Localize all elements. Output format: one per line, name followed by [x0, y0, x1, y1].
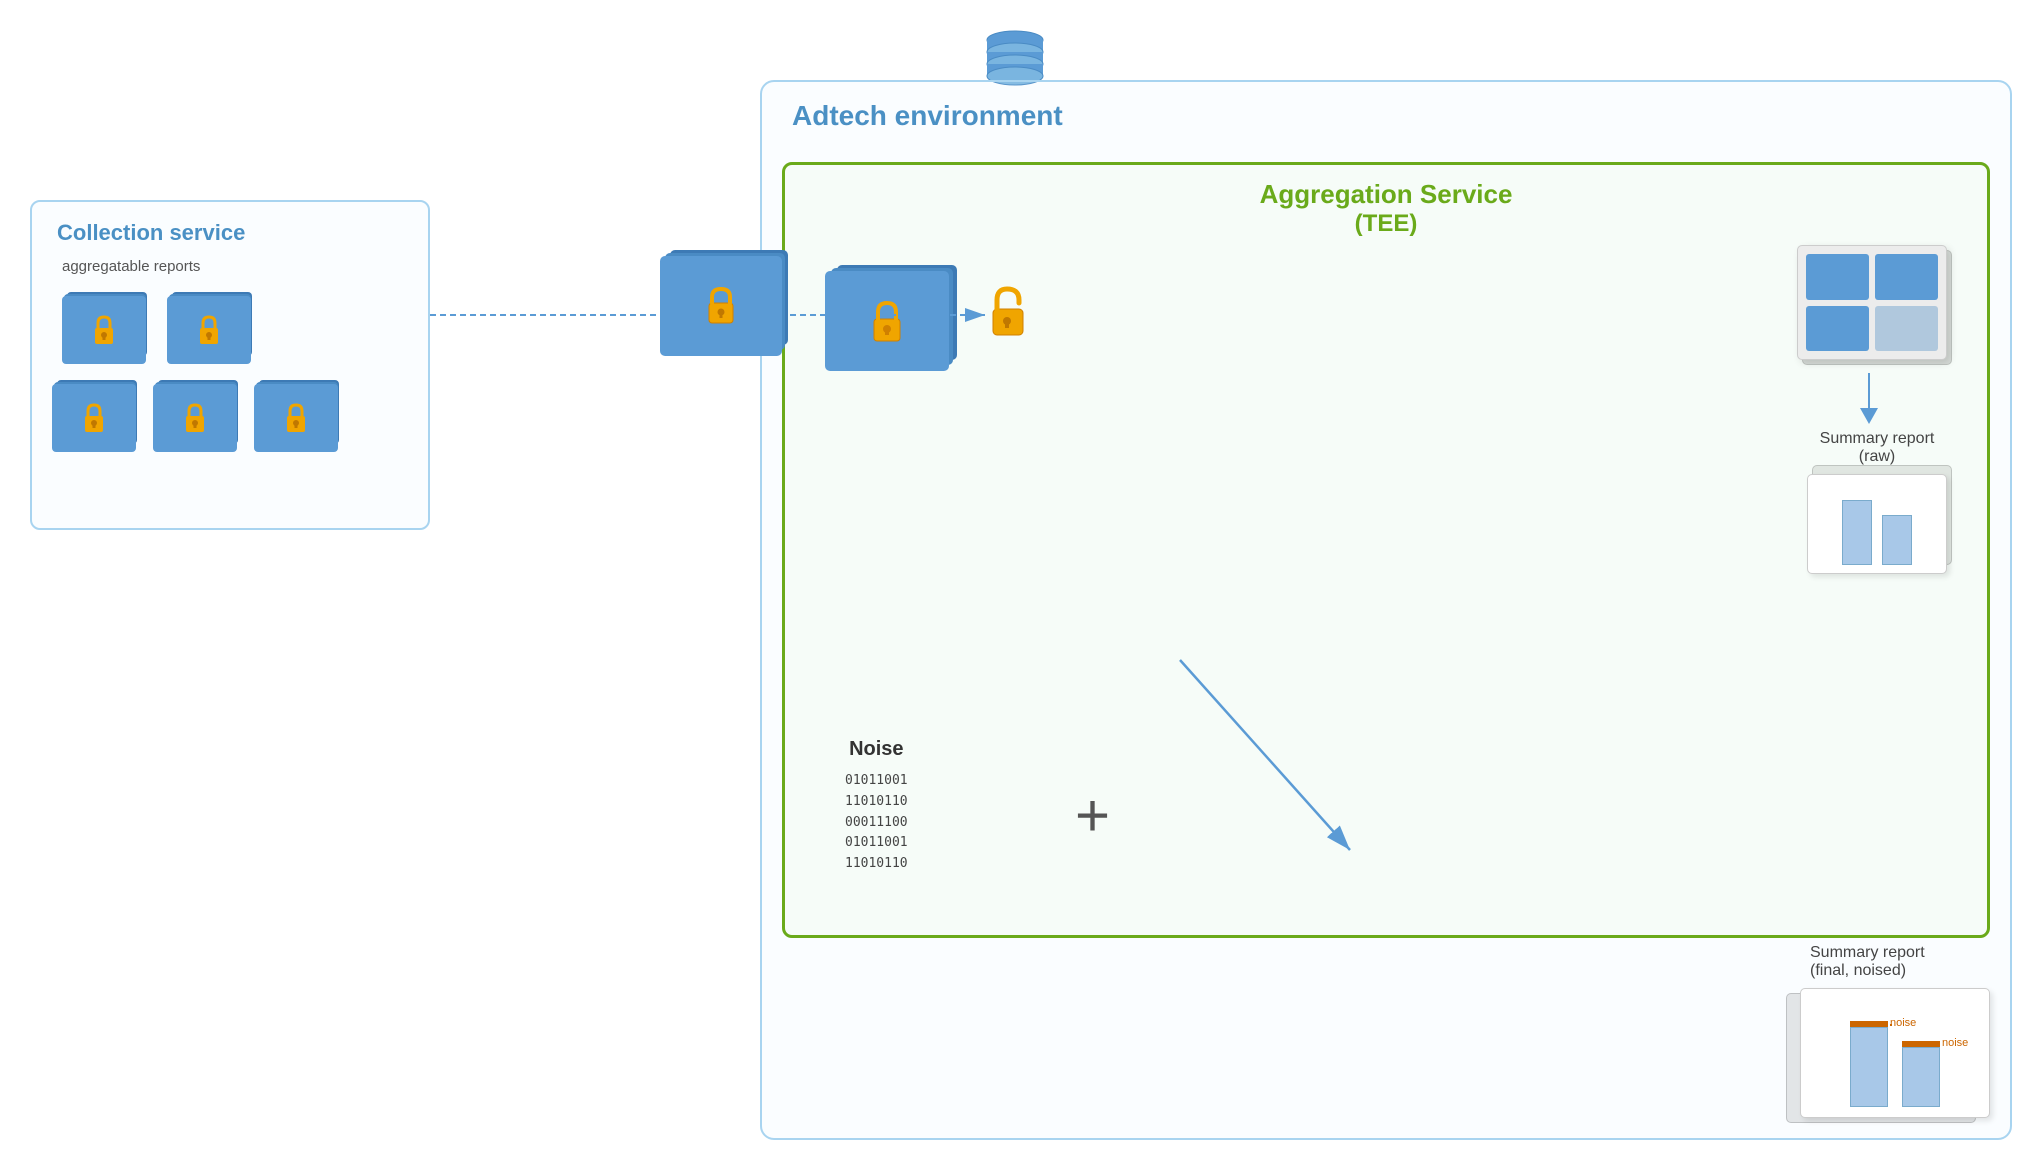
collection-report-5	[254, 380, 339, 450]
decoded-report-card	[1797, 245, 1947, 360]
diagonal-arrow-to-final	[1100, 650, 1500, 910]
noise-bar-2: noise	[1902, 1041, 1940, 1047]
noise-label: Noise	[845, 738, 908, 761]
collection-subtitle: aggregatable reports	[62, 258, 200, 275]
noise-section: Noise 01011001 11010110 00011100 0101100…	[845, 738, 908, 875]
adtech-title: Adtech environment	[792, 100, 1063, 132]
noise-annotation-2: noise	[1942, 1037, 1968, 1049]
collection-report-4	[153, 380, 238, 450]
aggregation-title: Aggregation Service (TEE)	[1260, 179, 1513, 238]
adtech-environment: Adtech environment Aggregation Service (…	[760, 80, 2012, 1140]
arrow-decoded-to-summary	[1860, 373, 1878, 424]
arrow-middle-to-aggregation	[790, 295, 1010, 335]
summary-report-final: Summary report (final, noised) noise noi…	[1800, 944, 1990, 1118]
middle-stacked-reports	[660, 250, 790, 360]
collection-service-box: Collection service aggregatable reports	[30, 200, 430, 530]
noise-annotation-1: noise	[1890, 1017, 1916, 1029]
collection-report-1	[62, 292, 147, 362]
collection-title: Collection service	[57, 220, 245, 246]
noise-binary: 01011001 11010110 00011100 01011001 1101…	[845, 771, 908, 875]
collection-report-2	[167, 292, 252, 362]
collection-report-3	[52, 380, 137, 450]
summary-report-raw: Summary report (raw)	[1807, 430, 1947, 574]
noise-bar-1: noise	[1850, 1021, 1888, 1027]
